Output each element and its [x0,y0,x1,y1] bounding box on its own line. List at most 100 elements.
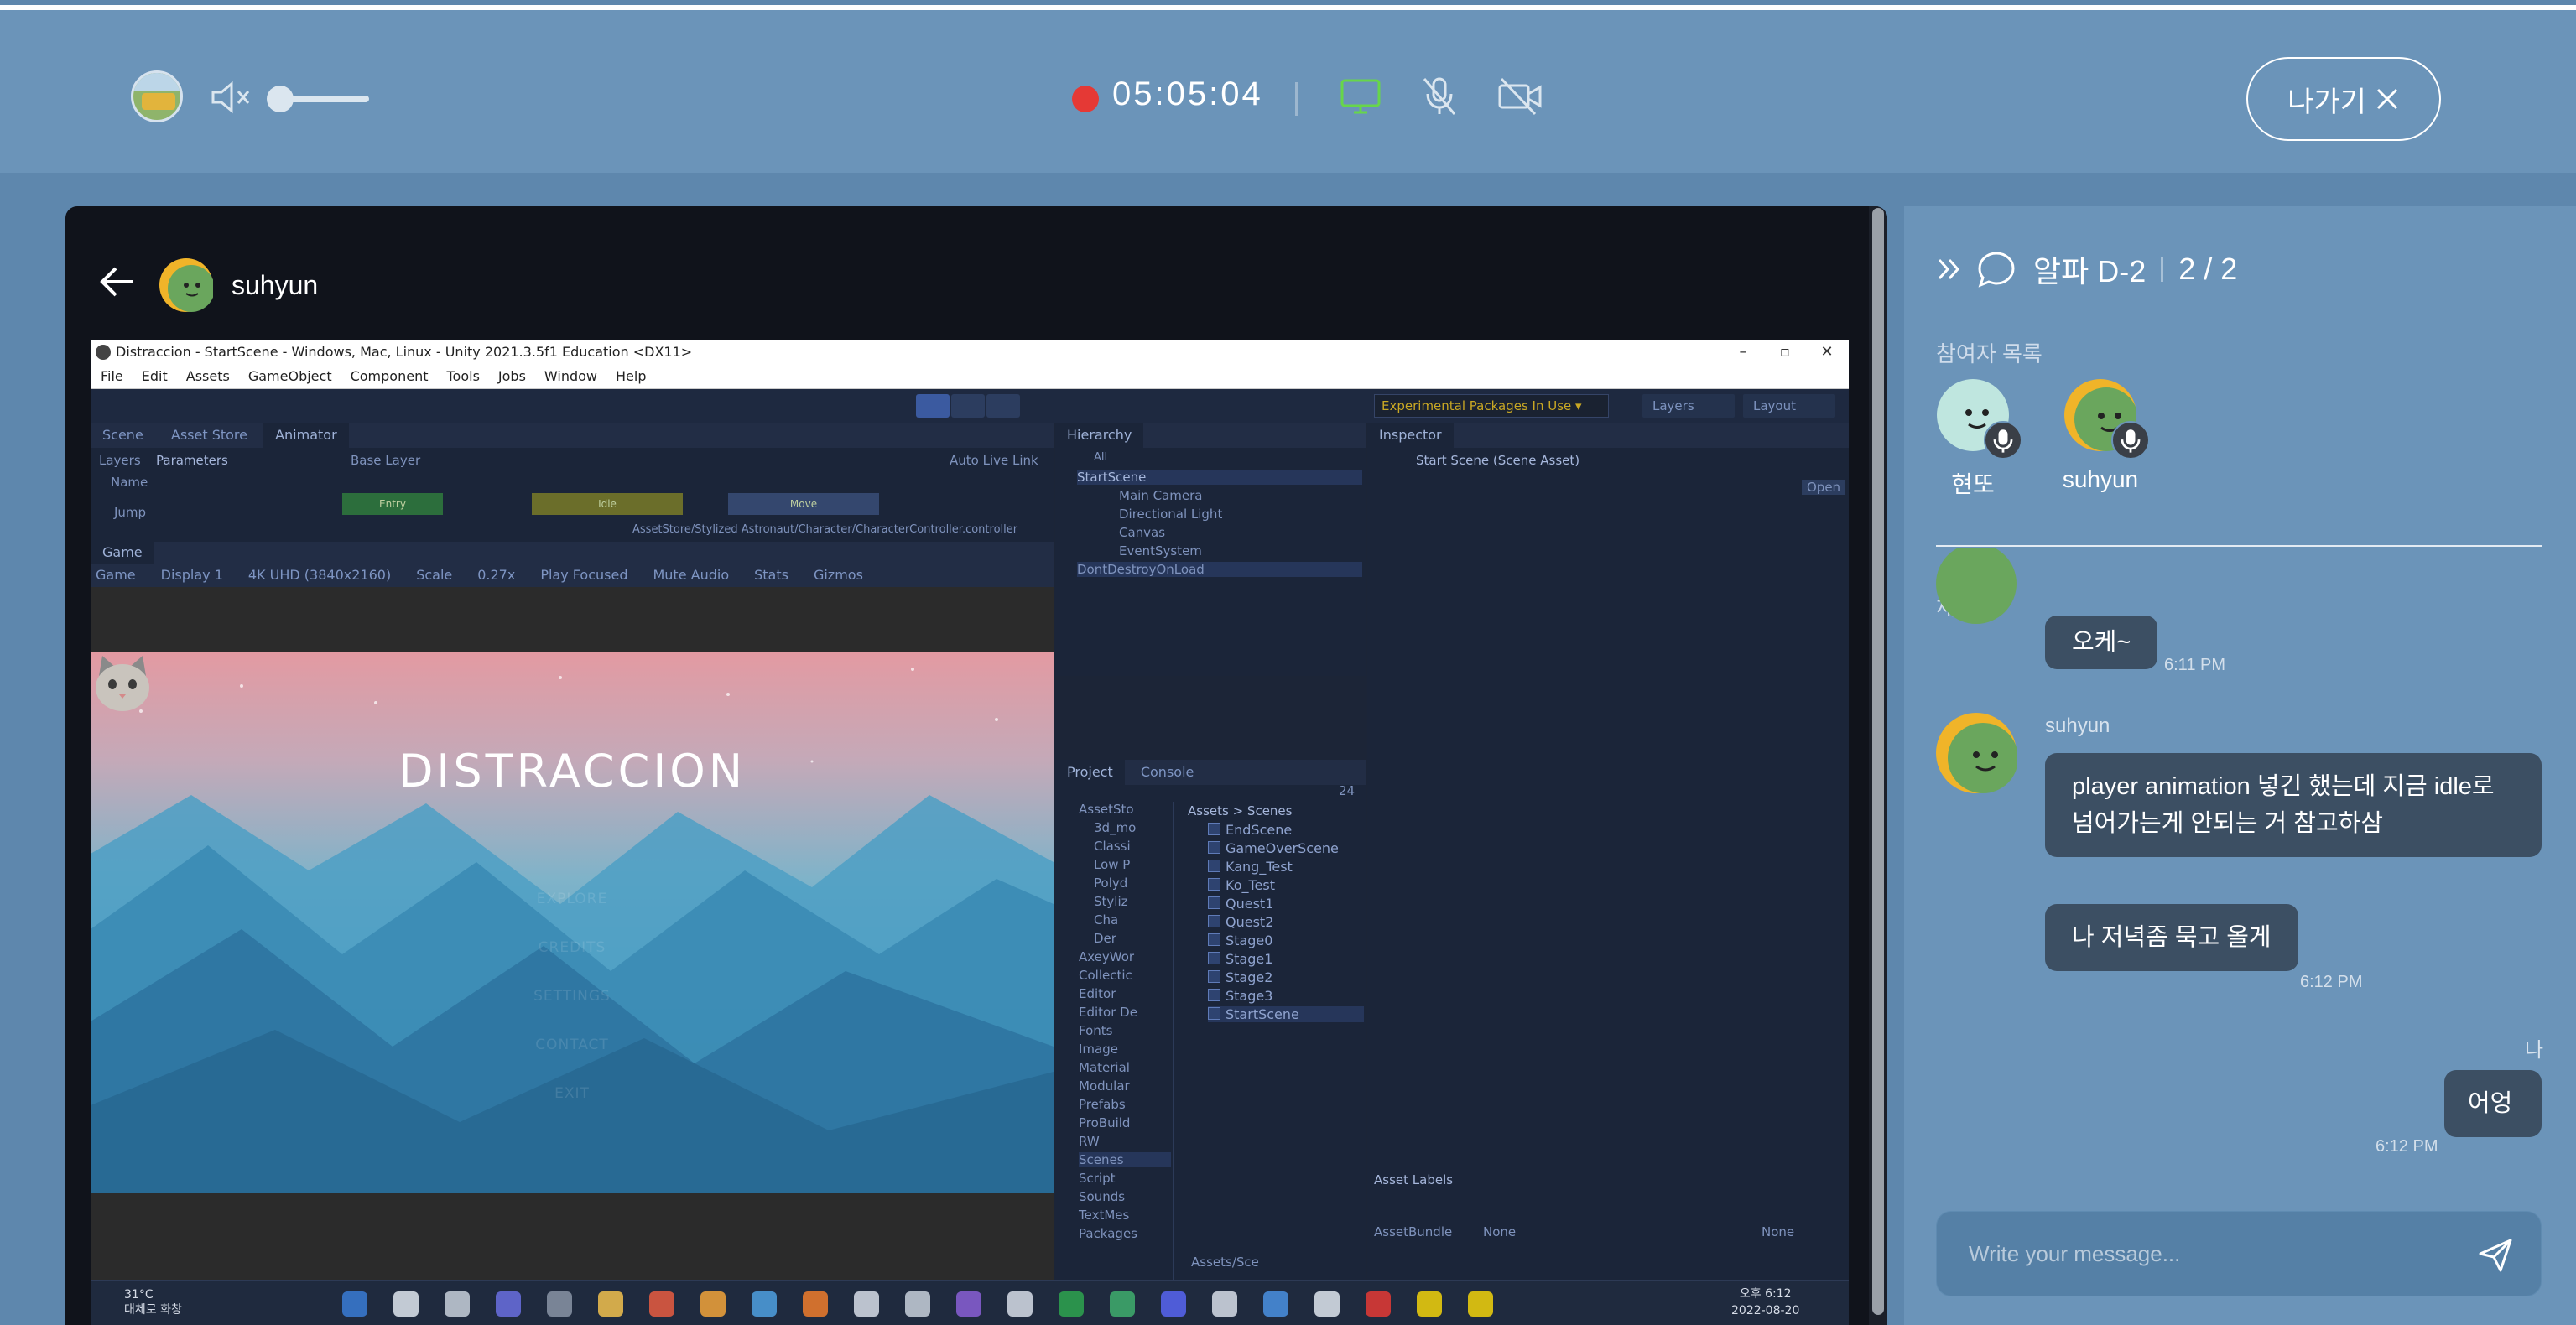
scene-asset: Kang_Test [1208,859,1293,875]
mountains-illustration [91,668,1054,1192]
layout-dropdown: Layout [1743,394,1835,418]
taskbar-app-icon [649,1291,674,1317]
game-menu-item: SETTINGS [533,988,611,1005]
project-folder: Der [1094,931,1116,946]
game-bar-item: Scale [416,567,453,583]
menu-item: Tools [446,368,480,384]
chat-input-box [1936,1211,2542,1296]
shared-screen[interactable]: Distraccion - StartScene - Windows, Mac,… [91,340,1849,1325]
message-author: 나 [2525,1039,2544,1062]
toolbar-separator [1295,82,1298,116]
taskbar-app-icon [803,1291,828,1317]
chat-message: player animation 넣긴 했는데 지금 idle로 넘어가는게 안… [2045,753,2542,857]
collapse-chevrons-icon[interactable] [1934,255,1963,283]
mic-off-icon[interactable] [1416,75,1463,117]
animator-auto-live: Auto Live Link [950,453,1038,468]
game-tabbar: Game [91,542,1054,564]
cat-sprite-icon [96,656,149,711]
chat-avatar [1936,548,2017,624]
game-bar-item: Gizmos [813,567,863,583]
state-entry: Entry [342,493,443,515]
asset-bundle-label: AssetBundle [1374,1224,1453,1239]
unity-logo-icon [96,345,111,360]
send-icon[interactable] [2474,1234,2517,1277]
participant[interactable]: 현또 [1923,379,2023,500]
scene-asset: Quest1 [1208,896,1273,912]
project-split [1173,802,1174,1280]
menu-item: Jobs [497,368,526,384]
project-folder: Image [1079,1042,1118,1057]
scene-asset: Quest2 [1208,914,1273,930]
tab-game: Game [91,542,154,564]
screen-share-icon[interactable] [1337,75,1384,117]
volume-mute-icon[interactable] [210,81,253,114]
back-arrow-icon[interactable] [96,260,139,304]
project-folder: Low P [1094,857,1131,872]
taskbar-app-icon [905,1291,930,1317]
experimental-packages: Experimental Packages In Use ▾ [1374,394,1609,418]
weather-temp: 31°C [124,1288,154,1302]
project-folder: Cha [1094,912,1119,928]
close-icon: ✕ [1820,343,1834,361]
project-folder: ProBuild [1079,1115,1131,1130]
project-folder: Editor [1079,986,1116,1001]
taskbar-app-icon [1212,1291,1237,1317]
taskbar-app-icon [854,1291,879,1317]
taskbar-app-icon [393,1291,419,1317]
share-scrollbar[interactable] [1869,206,1887,1325]
exit-button[interactable]: 나가기 [2246,57,2441,141]
hierarchy-search: All [1094,451,1108,464]
game-menu-item: CONTACT [535,1037,609,1053]
hierarchy-root: StartScene [1077,470,1362,485]
chat-header: 알파 D-2 2 / 2 [1934,248,2237,290]
screen-share-panel: suhyun Distraccion - StartScene - Window… [65,206,1887,1325]
scene-asset: Stage0 [1208,933,1272,948]
menu-item: Window [544,368,597,384]
project-breadcrumb: Assets > Scenes [1188,803,1293,818]
camera-off-icon[interactable] [1496,75,1543,117]
taskbar-app-icon [1161,1291,1186,1317]
project-folder: Classi [1094,839,1131,854]
menu-item: Component [350,368,429,384]
project-folder: Collectic [1079,968,1132,983]
volume-slider-handle[interactable] [267,86,294,112]
chat-message: 오케~ [2045,616,2158,669]
menu-item: GameObject [247,368,332,384]
game-menu-item: EXIT [554,1085,590,1102]
scene-asset: StartScene [1208,1006,1364,1022]
animator-param-jump: Jump [114,505,147,520]
project-folder: Sounds [1079,1189,1126,1204]
share-scrollbar-thumb[interactable] [1872,208,1884,1315]
taskbar-app-icon [496,1291,521,1317]
participant-avatar [1937,379,2022,460]
taskbar-app-icon [752,1291,777,1317]
project-folder: RW [1079,1134,1100,1149]
state-move: Move [728,493,879,515]
room-avatar [131,70,183,122]
exit-button-label: 나가기 [2287,86,2366,118]
project-count: 24 [1339,783,1356,798]
project-folder: Material [1079,1060,1130,1075]
inspector-panel [1367,448,1849,1280]
state-idle: Idle [532,493,683,515]
scene-asset: Stage3 [1208,988,1272,1004]
taskbar-app-icon [445,1291,470,1317]
project-folder: TextMes [1079,1208,1130,1223]
participant[interactable]: suhyun [2050,379,2151,493]
taskbar-app-icon [1417,1291,1442,1317]
chat-message-input[interactable] [1969,1237,2438,1270]
tab-inspector: Inspector [1367,423,1454,448]
unity-menu-bar: File Edit Assets GameObject Component To… [91,364,1849,389]
project-folder: Polyd [1094,876,1128,891]
scene-asset: Stage1 [1208,951,1272,967]
taskbar-app-icon [1468,1291,1493,1317]
hierarchy-dont-destroy: DontDestroyOnLoad [1077,562,1362,577]
unity-title-bar: Distraccion - StartScene - Windows, Mac,… [91,340,1849,364]
weather-desc: 대체로 화창 [124,1303,182,1317]
close-icon [2376,88,2397,110]
project-folder: Script [1079,1171,1116,1186]
taskbar-app-icon [956,1291,981,1317]
message-time: 6:11 PM [2164,656,2225,674]
play-icon [916,394,950,418]
tab-project: Project [1055,760,1125,785]
